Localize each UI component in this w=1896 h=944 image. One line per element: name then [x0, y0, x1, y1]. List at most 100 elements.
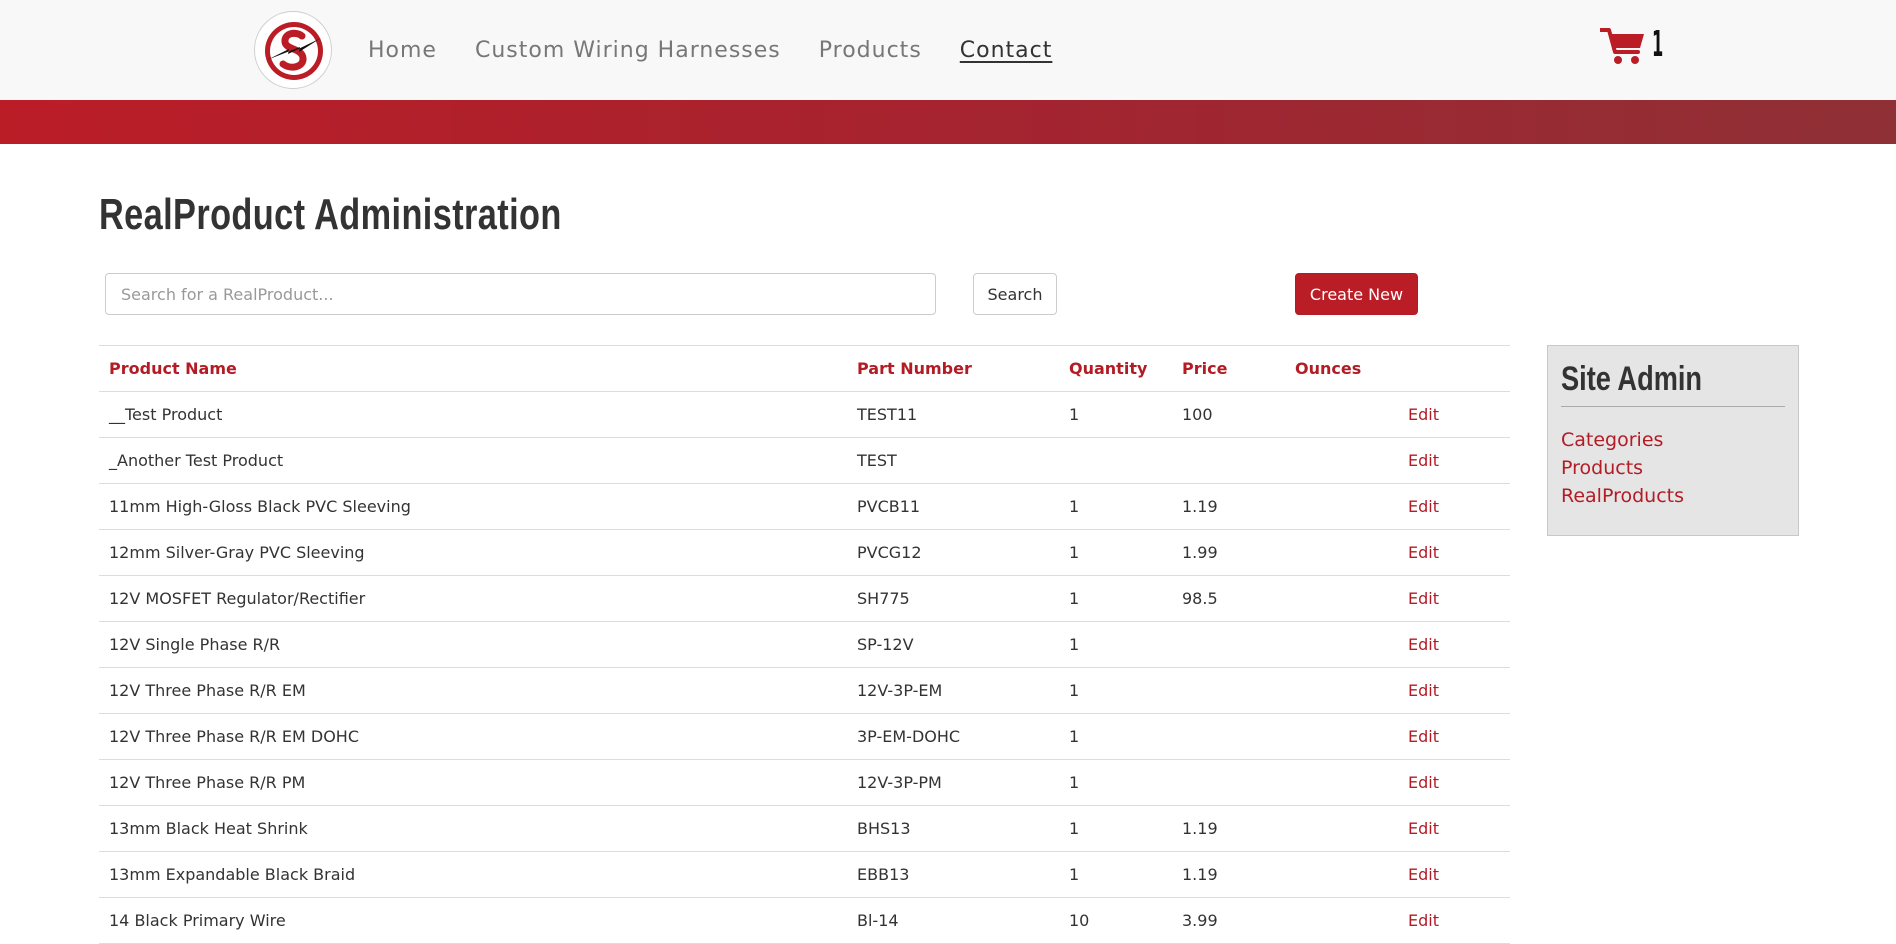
edit-link[interactable]: Edit — [1408, 543, 1439, 562]
cell-ounces — [1285, 391, 1398, 438]
cell-price: 1.19 — [1172, 805, 1285, 852]
main-nav: Home Custom Wiring Harnesses Products Co… — [368, 0, 1090, 100]
cell-ounces — [1285, 483, 1398, 530]
edit-link[interactable]: Edit — [1408, 911, 1439, 930]
cell-ounces — [1285, 529, 1398, 576]
cell-product-name: 13mm Expandable Black Braid — [99, 851, 847, 898]
edit-link[interactable]: Edit — [1408, 819, 1439, 838]
cell-part-number: 12V-3P-EM — [847, 667, 1059, 714]
table-row: 13mm Expandable Black Braid EBB13 1 1.19 Edi… — [99, 851, 1510, 898]
admin-link-products[interactable]: Products — [1561, 454, 1684, 482]
cell-price — [1172, 759, 1285, 806]
edit-link[interactable]: Edit — [1408, 773, 1439, 792]
cell-price: 100 — [1172, 391, 1285, 438]
table-row: 12V Single Phase R/R SP-12V 1 Edit — [99, 621, 1510, 668]
cell-product-name: _Another Test Product — [99, 437, 847, 484]
cell-part-number: PVCG12 — [847, 529, 1059, 576]
edit-link[interactable]: Edit — [1408, 497, 1439, 516]
cell-quantity: 1 — [1059, 621, 1172, 668]
table-row: 12mm Silver-Gray PVC Sleeving PVCG12 1 1.99… — [99, 529, 1510, 576]
search-button[interactable]: Search — [973, 273, 1057, 315]
cell-quantity: 10 — [1059, 897, 1172, 944]
cell-ounces — [1285, 575, 1398, 622]
table-row: __Test Product TEST11 1 100 Edit — [99, 391, 1510, 438]
cell-quantity: 1 — [1059, 851, 1172, 898]
logo-emblem-icon — [265, 22, 323, 80]
edit-link[interactable]: Edit — [1408, 727, 1439, 746]
cell-product-name: 11mm High-Gloss Black PVC Sleeving — [99, 483, 847, 530]
cell-ounces — [1285, 759, 1398, 806]
cell-product-name: 12V Three Phase R/R EM DOHC — [99, 713, 847, 760]
cell-actions: Edit — [1398, 667, 1510, 714]
cell-quantity: 1 — [1059, 483, 1172, 530]
cell-ounces — [1285, 897, 1398, 944]
cell-actions: Edit — [1398, 897, 1510, 944]
edit-link[interactable]: Edit — [1408, 681, 1439, 700]
edit-link[interactable]: Edit — [1408, 451, 1439, 470]
column-header-product-name[interactable]: Product Name — [99, 345, 847, 392]
cell-part-number: EBB13 — [847, 851, 1059, 898]
nav-home[interactable]: Home — [368, 38, 437, 63]
cell-ounces — [1285, 851, 1398, 898]
table-row: 12V Three Phase R/R PM 12V-3P-PM 1 Edit — [99, 759, 1510, 806]
admin-link-realproducts[interactable]: RealProducts — [1561, 482, 1684, 510]
table-row: 14 Black Primary Wire Bl-14 10 3.99 Edit — [99, 897, 1510, 944]
cell-actions: Edit — [1398, 437, 1510, 484]
site-admin-links: Categories Products RealProducts — [1561, 426, 1684, 510]
cell-product-name: 12V Three Phase R/R PM — [99, 759, 847, 806]
edit-link[interactable]: Edit — [1408, 635, 1439, 654]
nav-contact[interactable]: Contact — [960, 38, 1053, 63]
cart-count-badge: 1 — [1652, 24, 1664, 65]
column-header-part-number[interactable]: Part Number — [847, 345, 1059, 392]
table-row: 12V Three Phase R/R EM DOHC 3P-EM-DOHC 1 Ed… — [99, 713, 1510, 760]
cell-part-number: 12V-3P-PM — [847, 759, 1059, 806]
cell-product-name: 12V Single Phase R/R — [99, 621, 847, 668]
column-header-ounces[interactable]: Ounces — [1285, 345, 1398, 392]
column-header-price[interactable]: Price — [1172, 345, 1285, 392]
cell-quantity: 1 — [1059, 805, 1172, 852]
table-row: 12V MOSFET Regulator/Rectifier SH775 1 98.5… — [99, 575, 1510, 622]
cell-part-number: TEST11 — [847, 391, 1059, 438]
edit-link[interactable]: Edit — [1408, 865, 1439, 884]
cell-part-number: 3P-EM-DOHC — [847, 713, 1059, 760]
cell-actions: Edit — [1398, 759, 1510, 806]
column-header-quantity[interactable]: Quantity — [1059, 345, 1172, 392]
table-row: 12V Three Phase R/R EM 12V-3P-EM 1 Edit — [99, 667, 1510, 714]
cell-actions: Edit — [1398, 851, 1510, 898]
cell-price: 1.19 — [1172, 483, 1285, 530]
search-input[interactable] — [105, 273, 936, 315]
cell-ounces — [1285, 667, 1398, 714]
admin-link-categories[interactable]: Categories — [1561, 426, 1684, 454]
cell-price — [1172, 437, 1285, 484]
cell-price: 1.19 — [1172, 851, 1285, 898]
header-banner-stripe — [0, 100, 1896, 144]
shopping-cart-icon — [1600, 28, 1644, 64]
top-navbar: Home Custom Wiring Harnesses Products Co… — [0, 0, 1896, 100]
table-row: _Another Test Product TEST Edit — [99, 437, 1510, 484]
table-header-row: Product Name Part Number Quantity Price … — [99, 345, 1510, 392]
cell-price — [1172, 713, 1285, 760]
cell-actions: Edit — [1398, 575, 1510, 622]
cell-part-number: SP-12V — [847, 621, 1059, 668]
brand-logo[interactable] — [254, 11, 332, 89]
create-new-button[interactable]: Create New — [1295, 273, 1418, 315]
nav-custom-wiring-harnesses[interactable]: Custom Wiring Harnesses — [475, 38, 781, 63]
cell-quantity: 1 — [1059, 713, 1172, 760]
table-row: 13mm Black Heat Shrink BHS13 1 1.19 Edit — [99, 805, 1510, 852]
edit-link[interactable]: Edit — [1408, 405, 1439, 424]
column-header-actions — [1398, 345, 1510, 392]
cell-quantity: 1 — [1059, 575, 1172, 622]
cell-ounces — [1285, 805, 1398, 852]
cell-actions: Edit — [1398, 483, 1510, 530]
cart-button[interactable]: 1 — [1600, 24, 1666, 68]
site-admin-title: Site Admin — [1561, 360, 1703, 398]
cell-price: 1.99 — [1172, 529, 1285, 576]
cell-quantity: 1 — [1059, 667, 1172, 714]
cell-part-number: PVCB11 — [847, 483, 1059, 530]
cell-actions: Edit — [1398, 805, 1510, 852]
nav-products[interactable]: Products — [819, 38, 922, 63]
edit-link[interactable]: Edit — [1408, 589, 1439, 608]
cell-quantity — [1059, 437, 1172, 484]
cell-quantity: 1 — [1059, 759, 1172, 806]
page-title: RealProduct Administration — [99, 190, 562, 239]
